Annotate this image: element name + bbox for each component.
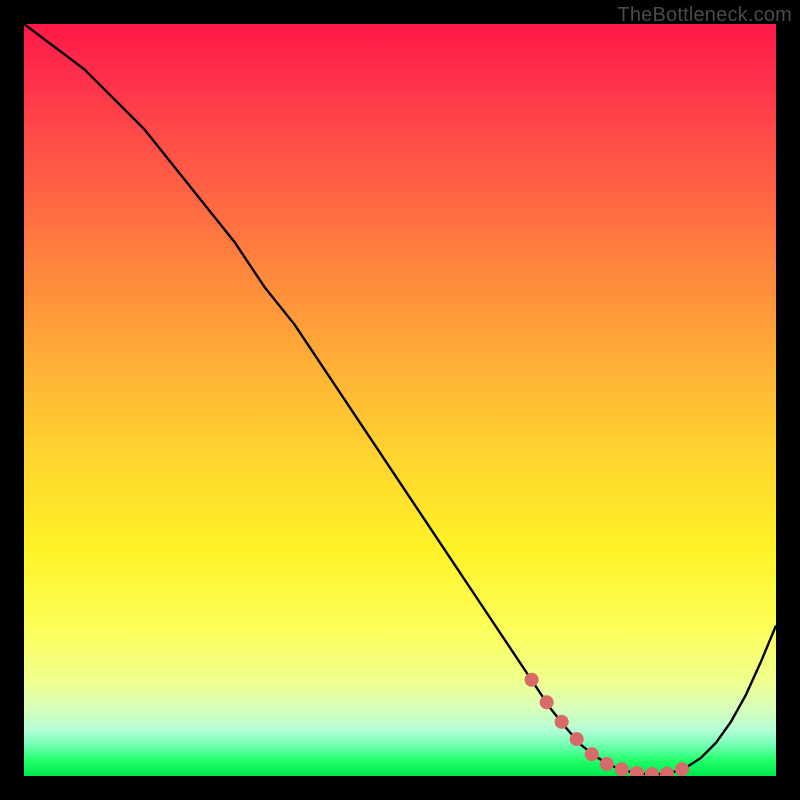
highlight-dot (600, 757, 613, 770)
highlight-dot (570, 733, 583, 746)
highlight-dot (615, 763, 628, 776)
highlight-dot (660, 767, 673, 776)
highlight-dot (555, 715, 568, 728)
chart-container: TheBottleneck.com (0, 0, 800, 800)
highlight-dot (630, 766, 643, 776)
plot-area (24, 24, 776, 776)
watermark-text: TheBottleneck.com (617, 4, 792, 27)
chart-svg (24, 24, 776, 776)
highlight-dot (645, 768, 658, 776)
bottleneck-curve (24, 24, 776, 775)
optimal-range-dots (525, 673, 688, 776)
highlight-dot (676, 763, 689, 776)
highlight-dot (525, 673, 538, 686)
highlight-dot (585, 748, 598, 761)
highlight-dot (540, 696, 553, 709)
